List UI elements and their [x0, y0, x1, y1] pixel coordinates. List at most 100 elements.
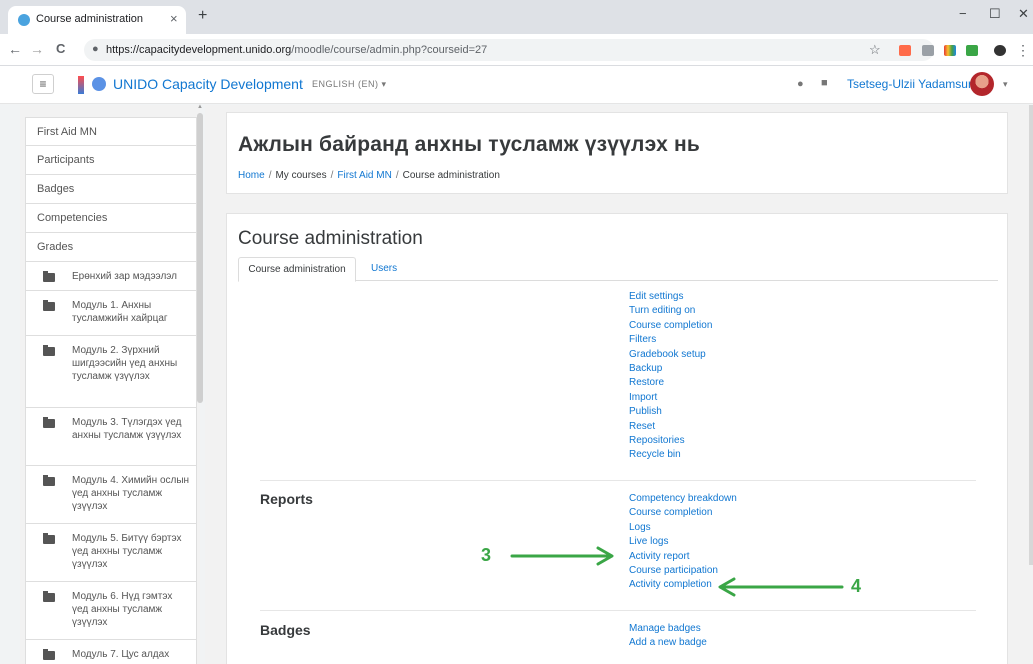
minimize-button[interactable]: −	[959, 6, 967, 21]
site-logo	[78, 76, 84, 94]
folder-icon	[43, 271, 55, 282]
forward-arrow-icon[interactable]: →	[30, 41, 44, 57]
gradebook-setup-link[interactable]: Gradebook setup	[629, 348, 712, 362]
check-extension-icon[interactable]	[966, 45, 978, 56]
section-label: Ерөнхий зар мэдээлэл	[72, 271, 177, 282]
user-name[interactable]: Tsetseg-Ulzii Yadamsuren	[847, 77, 985, 91]
address-bar-row: ← → C ● https://capacitydevelopment.unid…	[0, 34, 1033, 66]
page-scrollbar[interactable]	[1029, 105, 1033, 565]
backup-link[interactable]: Backup	[629, 362, 712, 376]
browser-menu-icon[interactable]: ⋮	[1016, 42, 1030, 59]
reset-link[interactable]: Reset	[629, 420, 712, 434]
drawer-list: First Aid MN Participants Badges Compete…	[25, 117, 197, 664]
turn-editing-on-link[interactable]: Turn editing on	[629, 304, 712, 318]
import-link[interactable]: Import	[629, 391, 712, 405]
drawer-section[interactable]: Ерөнхий зар мэдээлэл	[25, 262, 197, 291]
divider	[260, 480, 976, 481]
drawer-item-course[interactable]: First Aid MN	[25, 117, 197, 146]
badges-heading: Badges	[260, 622, 311, 638]
live-logs-link[interactable]: Live logs	[629, 535, 737, 549]
browser-tab[interactable]: Course administration ×	[8, 6, 186, 34]
back-arrow-icon[interactable]: ←	[8, 41, 22, 57]
drawer-scrollbar[interactable]	[197, 113, 203, 403]
chevron-down-icon[interactable]: ▾	[1003, 79, 1008, 90]
activity-completion-link[interactable]: Activity completion	[629, 578, 737, 592]
annotation-number-3: 3	[481, 545, 492, 565]
tab-title: Course administration	[36, 13, 143, 25]
drawer-item-competencies[interactable]: Competencies	[25, 204, 197, 233]
logs-link[interactable]: Logs	[629, 521, 737, 535]
drawer-section[interactable]: Модуль 6. Нүд гэмтэх үед анхны тусламж ү…	[25, 582, 197, 640]
lock-icon: ●	[92, 43, 99, 55]
maximize-button[interactable]: ☐	[989, 6, 1001, 22]
breadcrumb: Home / My courses / First Aid MN / Course admi…	[238, 170, 500, 181]
url-field[interactable]: ● https://capacitydevelopment.unido.org/…	[84, 39, 934, 61]
drawer-section[interactable]: Модуль 1. Анхны тусламжийн хайрцаг	[25, 291, 197, 336]
avatar[interactable]	[970, 72, 994, 96]
page-header-card: Ажлын байранд анхны тусламж үзүүлэх нь H…	[226, 112, 1008, 194]
drawer-item-badges[interactable]: Badges	[25, 175, 197, 204]
url-text: https://capacitydevelopment.unido.org/mo…	[106, 44, 488, 56]
folder-icon	[43, 300, 55, 311]
manage-badges-link[interactable]: Manage badges	[629, 622, 707, 636]
drawer-section[interactable]: Модуль 5. Битүү бэртэх үед анхны тусламж…	[25, 524, 197, 582]
close-tab-icon[interactable]: ×	[170, 11, 178, 26]
course-participation-link[interactable]: Course participation	[629, 564, 737, 578]
section-label: Модуль 3. Түлэгдэх үед анхны тусламж үзү…	[72, 417, 182, 441]
course-admin-card: Course administration Course administrat…	[226, 213, 1008, 664]
badges-links: Manage badges Add a new badge	[629, 622, 707, 651]
un-emblem-icon	[92, 77, 106, 91]
breadcrumb-home[interactable]: Home	[238, 170, 265, 181]
filters-link[interactable]: Filters	[629, 333, 712, 347]
profile-icon[interactable]	[994, 45, 1006, 56]
pdf-extension-icon[interactable]	[922, 45, 934, 56]
edit-settings-link[interactable]: Edit settings	[629, 290, 712, 304]
section-label: Модуль 5. Битүү бэртэх үед анхны тусламж…	[72, 533, 182, 570]
tab-users[interactable]: Users	[371, 263, 397, 274]
breadcrumb-separator: /	[330, 170, 334, 181]
close-window-button[interactable]: ✕	[1018, 6, 1029, 22]
course-completion-link[interactable]: Course completion	[629, 319, 712, 333]
breadcrumb-course[interactable]: First Aid MN	[337, 170, 391, 181]
reports-heading: Reports	[260, 491, 313, 507]
menu-toggle-button[interactable]: ≡	[32, 74, 54, 94]
drawer-section[interactable]: Модуль 7. Цус алдах	[25, 640, 197, 664]
reload-icon[interactable]: C	[56, 41, 65, 56]
breadcrumb-separator: /	[268, 170, 272, 181]
bookmark-star-icon[interactable]: ☆	[869, 42, 881, 58]
notifications-icon[interactable]: ●	[797, 78, 804, 90]
folder-icon	[43, 533, 55, 544]
drawer-section[interactable]: Модуль 3. Түлэгдэх үед анхны тусламж үзү…	[25, 408, 197, 466]
extension-icon[interactable]	[899, 45, 911, 56]
drawer-section[interactable]: Модуль 4. Химийн ослын үед анхны тусламж…	[25, 466, 197, 524]
activity-report-link[interactable]: Activity report	[629, 550, 737, 564]
repositories-link[interactable]: Repositories	[629, 434, 712, 448]
report-course-completion-link[interactable]: Course completion	[629, 506, 737, 520]
drawer-section[interactable]: Модуль 2. Зүрхний шигдээсийн үед анхны т…	[25, 336, 197, 408]
competency-breakdown-link[interactable]: Competency breakdown	[629, 492, 737, 506]
folder-icon	[43, 475, 55, 486]
recycle-bin-link[interactable]: Recycle bin	[629, 448, 712, 462]
breadcrumb-my-courses[interactable]: My courses	[275, 170, 326, 181]
messages-icon[interactable]: ■	[821, 77, 828, 89]
new-tab-button[interactable]: +	[198, 7, 207, 25]
add-badge-link[interactable]: Add a new badge	[629, 636, 707, 650]
page-title: Ажлын байранд анхны тусламж үзүүлэх нь	[238, 133, 701, 156]
site-name-link[interactable]: UNIDO Capacity Development	[113, 76, 303, 92]
scroll-up-icon[interactable]: ▲	[197, 104, 203, 110]
browser-tab-strip: Course administration × + − ☐ ✕	[0, 0, 1033, 34]
color-extension-icon[interactable]	[944, 45, 956, 56]
screenshot: Course administration × + − ☐ ✕ ← → C ● …	[0, 0, 1033, 664]
nav-drawer: First Aid MN Participants Badges Compete…	[20, 105, 200, 664]
breadcrumb-current: Course administration	[402, 170, 500, 181]
drawer-item-participants[interactable]: Participants	[25, 146, 197, 175]
section-label: Модуль 4. Химийн ослын үед анхны тусламж…	[72, 475, 190, 512]
course-links: Edit settings Turn editing on Course com…	[629, 290, 712, 463]
section-label: Модуль 2. Зүрхний шигдээсийн үед анхны т…	[72, 345, 178, 382]
language-menu[interactable]: ENGLISH (EN) ▾	[312, 79, 387, 90]
drawer-item-grades[interactable]: Grades	[25, 233, 197, 262]
restore-link[interactable]: Restore	[629, 376, 712, 390]
tab-course-administration[interactable]: Course administration	[238, 257, 356, 282]
publish-link[interactable]: Publish	[629, 405, 712, 419]
folder-icon	[43, 649, 55, 660]
